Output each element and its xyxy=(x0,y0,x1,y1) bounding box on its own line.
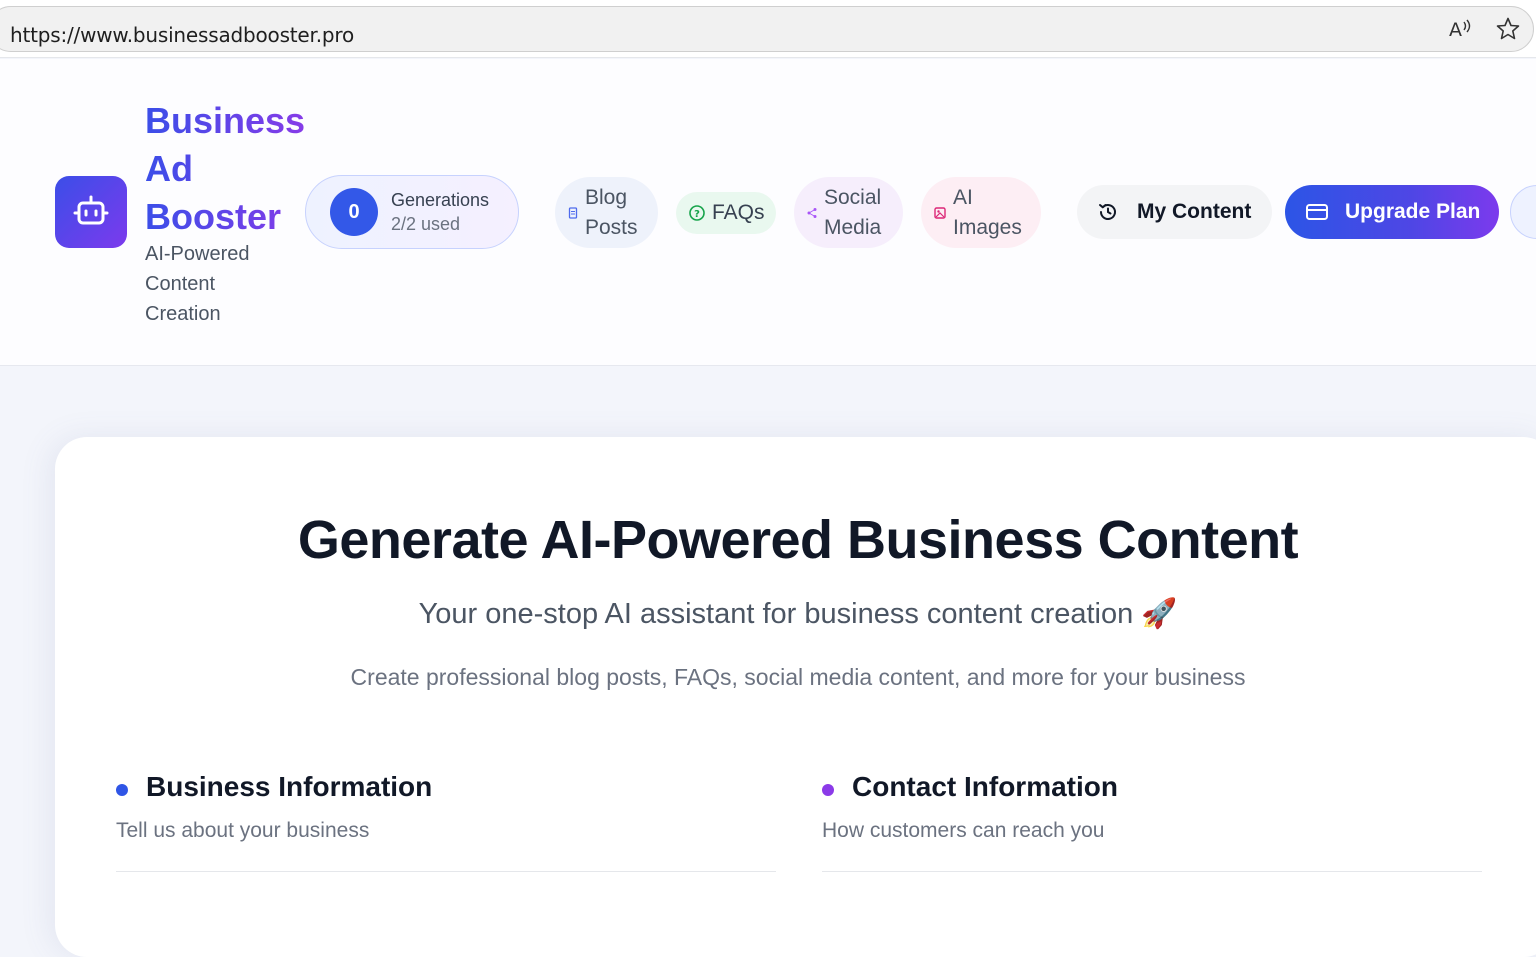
generations-counter: 0 Generations 2/2 used xyxy=(305,175,519,249)
contact-section-title: Contact Information xyxy=(852,771,1118,802)
document-icon xyxy=(568,206,578,219)
credit-card-icon xyxy=(1306,204,1328,220)
brand-name-line: Business xyxy=(145,100,306,141)
page-subtitle: Your one-stop AI assistant for business … xyxy=(418,598,1178,630)
image-icon xyxy=(934,206,946,219)
nav-social-media[interactable]: Social Media xyxy=(794,177,903,248)
section-dot xyxy=(116,784,128,796)
upgrade-plan-button[interactable]: Upgrade Plan xyxy=(1285,185,1499,239)
generations-count: 0 xyxy=(330,188,378,236)
my-content-button[interactable]: My Content xyxy=(1077,185,1272,239)
address-bar[interactable]: https://www.businessadbooster.pro xyxy=(0,6,1534,52)
svg-text:A: A xyxy=(1449,19,1462,41)
page-description: Create professional blog posts, FAQs, so… xyxy=(350,664,1246,690)
share-icon xyxy=(807,207,817,218)
section-divider xyxy=(822,871,1482,872)
read-aloud-icon[interactable]: A xyxy=(1447,16,1473,42)
svg-text:?: ? xyxy=(694,209,700,220)
favorite-star-icon[interactable] xyxy=(1495,16,1521,42)
brand-name[interactable]: Business Ad Booster xyxy=(145,97,315,241)
contact-section-subtitle: How customers can reach you xyxy=(822,819,1105,842)
url-text[interactable]: https://www.businessadbooster.pro xyxy=(10,23,354,47)
section-divider xyxy=(116,871,776,872)
section-dot xyxy=(822,784,834,796)
nav-blog-label: Blog Posts xyxy=(585,185,638,239)
page-title: Generate AI-Powered Business Content xyxy=(297,510,1299,570)
account-button[interactable] xyxy=(1510,185,1536,239)
help-circle-icon: ? xyxy=(689,205,705,221)
content-card: Generate AI-Powered Business Content You… xyxy=(55,437,1536,957)
my-content-label: My Content xyxy=(1137,200,1252,223)
history-icon xyxy=(1099,204,1116,220)
nav-ai-images-label: AI Images xyxy=(953,185,1022,239)
browser-toolbar: https://www.businessadbooster.pro A xyxy=(0,0,1536,58)
business-section-title: Business Information xyxy=(146,771,433,802)
upgrade-plan-label: Upgrade Plan xyxy=(1345,200,1481,223)
nav-ai-images[interactable]: AI Images xyxy=(921,177,1041,248)
generations-used: 2/2 used xyxy=(391,214,461,234)
brand-name-line: Ad xyxy=(145,148,193,189)
logo[interactable] xyxy=(55,176,127,248)
nav-faqs-label: FAQs xyxy=(712,201,765,224)
robot-icon xyxy=(73,195,109,225)
nav-social-label: Social Media xyxy=(824,185,882,239)
business-section-subtitle: Tell us about your business xyxy=(116,819,370,842)
brand-name-line: Booster xyxy=(145,196,282,237)
nav-faqs[interactable]: ? FAQs xyxy=(676,192,776,234)
brand-tagline: AI-Powered Content Creation xyxy=(145,243,250,325)
generations-title: Generations xyxy=(391,190,490,210)
site-header: Business Ad Booster AI-Powered Content C… xyxy=(0,59,1536,366)
nav-blog-posts[interactable]: Blog Posts xyxy=(555,177,658,248)
